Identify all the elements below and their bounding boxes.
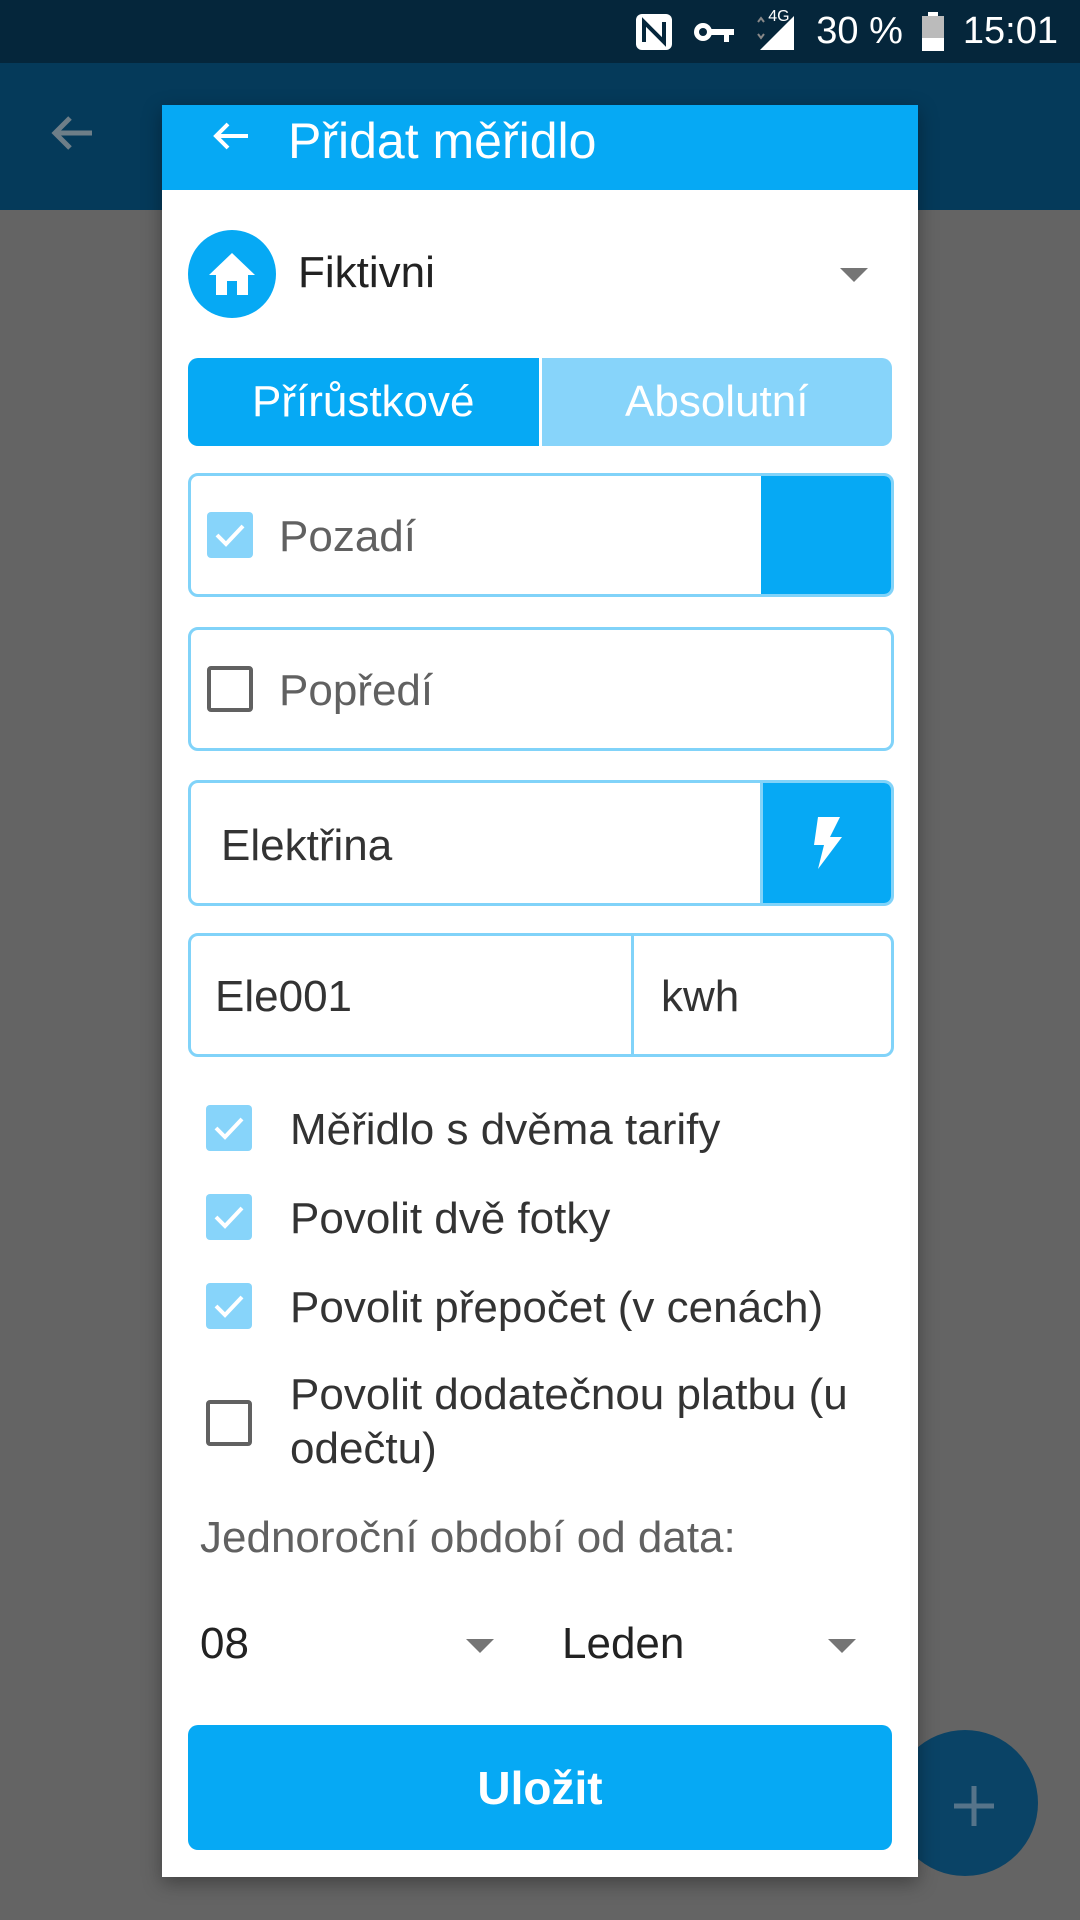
site-name: Fiktivni: [298, 248, 435, 297]
option-recalculation[interactable]: Povolit přepočet (v cenách): [206, 1281, 886, 1337]
background-checkbox[interactable]: [207, 512, 253, 558]
option-two-tariffs[interactable]: Měřidlo s dvěma tarify: [206, 1103, 886, 1159]
network-type: 4G: [768, 7, 790, 25]
field-divider: [631, 936, 634, 1054]
check-icon: [214, 1206, 244, 1229]
battery-icon: [921, 11, 945, 52]
foreground-color-field[interactable]: Popředí: [188, 627, 894, 751]
extra-payment-checkbox[interactable]: [206, 1400, 252, 1446]
tab-absolute[interactable]: Absolutní: [538, 358, 892, 446]
chevron-down-icon: [828, 1639, 856, 1653]
key-icon: [692, 17, 736, 47]
period-label: Jednoroční období od data:: [200, 1513, 736, 1562]
option-two-photos[interactable]: Povolit dvě fotky: [206, 1192, 886, 1248]
meter-mode-toggle: Přírůstkové Absolutní: [188, 358, 892, 446]
background-label: Pozadí: [279, 512, 416, 561]
meter-code-unit-field: Ele001 kwh: [188, 933, 894, 1057]
back-arrow-icon[interactable]: [208, 113, 254, 164]
check-icon: [215, 524, 245, 547]
check-icon: [214, 1295, 244, 1318]
check-icon: [214, 1117, 244, 1140]
meter-type-field[interactable]: Elektřina: [188, 780, 894, 906]
extra-payment-label: Povolit dodatečnou platbu (u odečtu): [290, 1370, 848, 1473]
tab-incremental[interactable]: Přírůstkové: [188, 358, 539, 446]
site-selector[interactable]: Fiktivni: [188, 230, 894, 320]
dialog-header: Přidat měřidlo: [162, 105, 918, 190]
month-select-value: Leden: [562, 1619, 685, 1668]
home-icon: [188, 230, 276, 318]
nfc-icon: [634, 12, 674, 52]
recalculation-label: Povolit přepočet (v cenách): [290, 1283, 824, 1332]
foreground-checkbox[interactable]: [207, 666, 253, 712]
battery-percent: 30 %: [816, 10, 903, 52]
back-arrow-icon[interactable]: [48, 108, 98, 163]
month-select[interactable]: Leden: [550, 1605, 870, 1685]
background-color-field[interactable]: Pozadí: [188, 473, 894, 597]
day-select-value: 08: [200, 1619, 249, 1668]
option-extra-payment[interactable]: Povolit dodatečnou platbu (u odečtu): [206, 1368, 886, 1478]
foreground-label: Popředí: [279, 666, 434, 715]
two-photos-label: Povolit dvě fotky: [290, 1194, 611, 1243]
two-photos-checkbox[interactable]: [206, 1194, 252, 1240]
add-meter-dialog: Přidat měřidlo Fiktivni Přírůstkové Abso…: [162, 105, 918, 1877]
meter-type-icon-button[interactable]: [760, 783, 891, 903]
clock: 15:01: [962, 10, 1058, 52]
two-tariffs-label: Měřidlo s dvěma tarify: [290, 1105, 721, 1154]
background-color-swatch[interactable]: [761, 476, 891, 594]
dialog-title: Přidat měřidlo: [288, 113, 597, 169]
plus-icon: [948, 1780, 1000, 1837]
two-tariffs-checkbox[interactable]: [206, 1105, 252, 1151]
chevron-down-icon: [840, 268, 868, 282]
status-bar: 4G 30 % 15:01: [0, 0, 1080, 63]
signal-icon: 4G: [754, 8, 798, 52]
meter-unit-input[interactable]: kwh: [661, 972, 739, 1022]
meter-type-value: Elektřina: [221, 821, 393, 870]
save-button[interactable]: Uložit: [188, 1725, 892, 1850]
chevron-down-icon: [466, 1639, 494, 1653]
meter-code-input[interactable]: Ele001: [215, 972, 352, 1022]
day-select[interactable]: 08: [188, 1605, 508, 1685]
recalculation-checkbox[interactable]: [206, 1283, 252, 1329]
lightning-icon: [814, 817, 842, 869]
